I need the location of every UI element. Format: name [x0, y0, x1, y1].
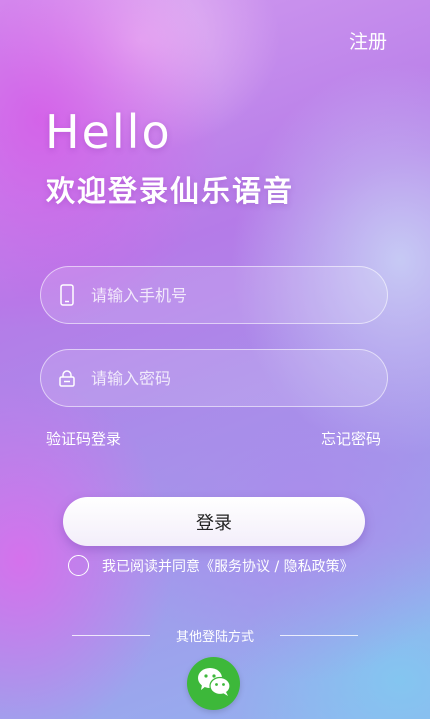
agreement-prefix: 我已阅读并同意	[102, 558, 200, 575]
wechat-login-button[interactable]	[187, 657, 240, 710]
password-field[interactable]	[40, 349, 388, 407]
sms-login-link[interactable]: 验证码登录	[46, 428, 121, 449]
agreement-checkbox[interactable]	[68, 555, 89, 576]
divider-line-left	[71, 634, 150, 636]
welcome-heading: 欢迎登录仙乐语音	[46, 174, 295, 208]
other-login-divider: 其他登陆方式	[60, 626, 370, 645]
register-link[interactable]: 注册	[349, 27, 387, 54]
hello-heading: Hello	[45, 105, 172, 159]
other-login-label: 其他登陆方式	[175, 629, 254, 645]
phone-field[interactable]	[40, 266, 388, 324]
phone-input[interactable]	[91, 267, 387, 323]
phone-icon	[57, 284, 77, 306]
divider-line-right	[280, 634, 358, 636]
password-input[interactable]	[91, 350, 387, 406]
agreement-row: 我已阅读并同意 《服务协议 / 隐私政策》	[68, 555, 354, 576]
lock-icon	[57, 369, 77, 387]
agreement-link[interactable]: 《服务协议 / 隐私政策》	[200, 556, 354, 576]
login-button[interactable]: 登录	[63, 497, 365, 546]
wechat-icon	[197, 667, 231, 701]
forgot-password-link[interactable]: 忘记密码	[321, 428, 381, 449]
